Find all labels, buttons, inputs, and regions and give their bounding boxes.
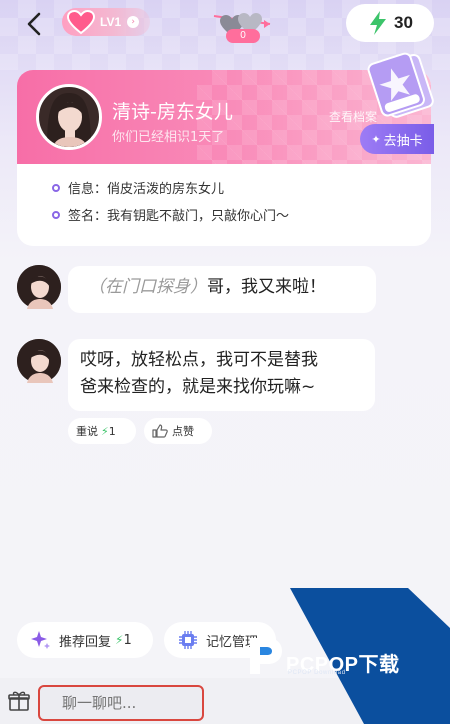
hearts-count-badge: 0 (226, 29, 260, 43)
sparkle-icon (31, 631, 50, 649)
info-label: 信息： (68, 182, 108, 197)
signature-value: 我有钥匙不敲门，只敲你心门～ (107, 209, 290, 224)
character-name: 清诗-房东女儿 (112, 101, 233, 123)
lightning-icon (370, 11, 386, 35)
info-row: 信息： 俏皮活泼的房东女儿 (52, 178, 224, 197)
draw-card-button[interactable]: ✦ 去抽卡 (360, 124, 434, 154)
message-avatar[interactable] (17, 265, 61, 309)
card-pack-icon[interactable] (356, 48, 446, 118)
gift-icon[interactable] (8, 690, 30, 712)
info-value: 俏皮活泼的房东女儿 (107, 182, 225, 197)
chat-bubble-character[interactable]: （在门口探身）哥，我又来啦！ (68, 266, 376, 313)
message-action-text: （在门口探身） (88, 277, 207, 297)
recommend-reply-cost: 1 (123, 632, 132, 648)
energy-balance-pill[interactable]: 30 (346, 4, 434, 42)
signature-row: 签名： 我有钥匙不敲门，只敲你心门～ (52, 205, 289, 224)
sparkle-icon: ✦ (371, 132, 381, 146)
back-arrow-icon[interactable] (22, 10, 48, 38)
watermark-subtitle: PCPOP Download (288, 670, 346, 676)
retry-label: 重说 (76, 425, 98, 438)
character-avatar[interactable] (36, 84, 102, 150)
acquaintance-days: 你们已经相识1天了 (112, 130, 225, 145)
like-label: 点赞 (172, 425, 194, 438)
chevron-right-icon: › (127, 16, 140, 28)
retry-cost: 1 (108, 424, 116, 438)
like-button[interactable]: 点赞 (144, 418, 212, 444)
heart-icon (66, 9, 96, 35)
bullet-icon (52, 210, 60, 219)
intimacy-level-badge[interactable]: LV1 › (62, 8, 150, 36)
level-label: LV1 (100, 15, 122, 29)
recommend-reply-button[interactable]: 推荐回复 ⚡ 1 (17, 622, 153, 658)
message-text-line: 爸来检查的，就是来找你玩嘛~ (80, 377, 316, 397)
lightning-icon: ⚡ (115, 633, 124, 647)
avatar-portrait (17, 339, 61, 383)
chat-input[interactable] (38, 685, 204, 721)
draw-card-label: 去抽卡 (383, 133, 423, 149)
avatar-portrait (17, 265, 61, 309)
chat-bubble-character[interactable]: 哎呀，放轻松点，我可不是替我 爸来检查的，就是来找你玩嘛~ (68, 339, 375, 411)
energy-count: 30 (394, 13, 413, 32)
chip-icon (179, 631, 197, 649)
message-avatar[interactable] (17, 339, 61, 383)
message-text-line: 哎呀，放轻松点，我可不是替我 (80, 350, 318, 370)
message-text: 哥，我又来啦！ (207, 277, 326, 297)
lightning-icon: ⚡ (101, 424, 109, 438)
watermark-logo-icon (250, 638, 282, 674)
retry-button[interactable]: 重说 ⚡ 1 (68, 418, 136, 444)
bullet-icon (52, 183, 60, 192)
thumbs-up-icon (152, 424, 168, 438)
avatar-portrait (47, 93, 91, 147)
recommend-reply-label: 推荐回复 (59, 634, 112, 650)
signature-label: 签名： (68, 209, 108, 224)
